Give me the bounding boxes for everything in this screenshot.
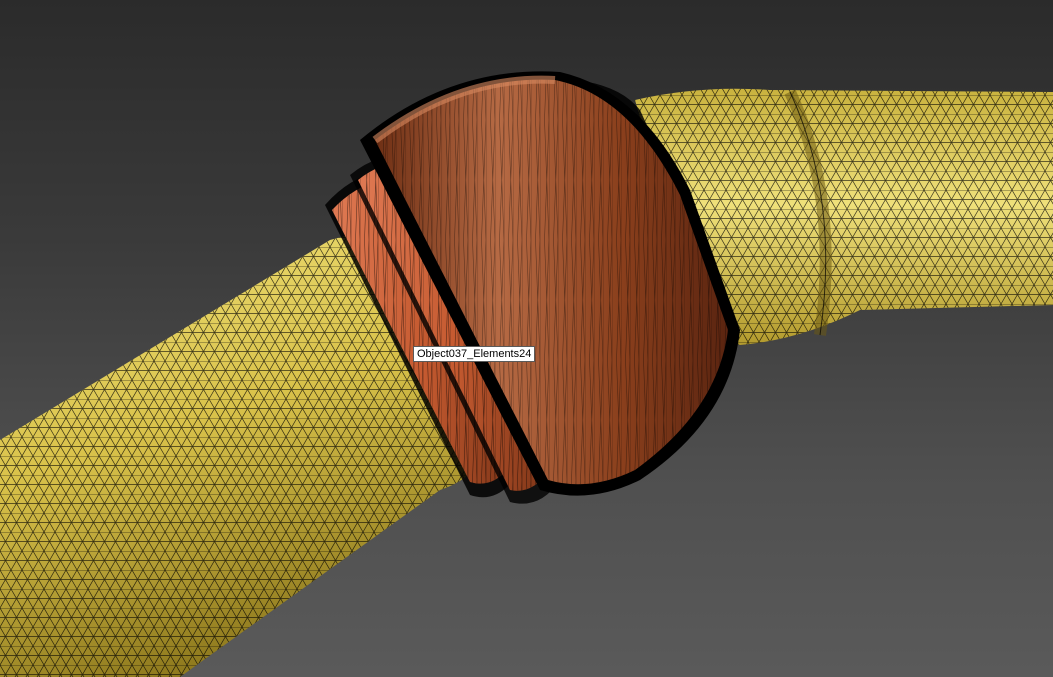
3d-viewport[interactable]: Object037_Elements24 bbox=[0, 0, 1053, 677]
scene-render bbox=[0, 71, 1053, 677]
object-name-tooltip: Object037_Elements24 bbox=[413, 346, 536, 362]
